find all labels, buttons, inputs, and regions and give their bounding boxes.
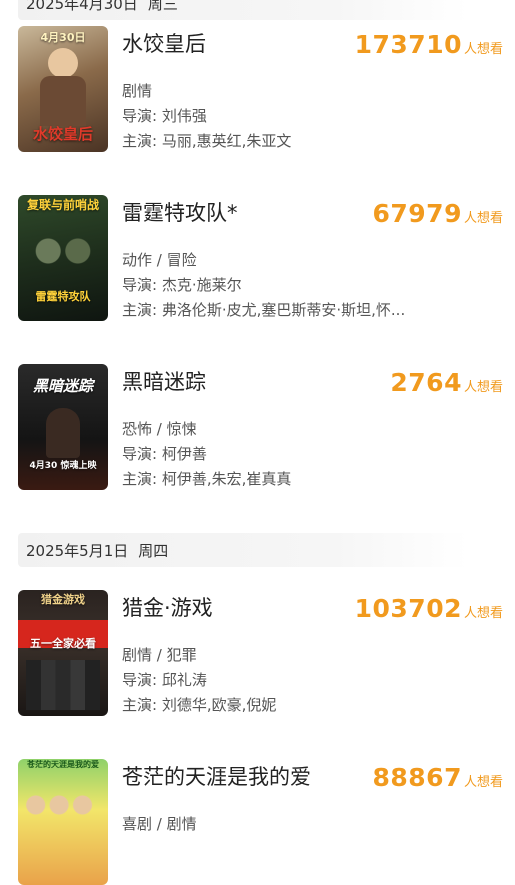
movie-cast: 主演: 刘德华,欧豪,倪妮	[122, 694, 276, 715]
wish-number: 88867	[372, 763, 462, 792]
movie-director: 导演: 柯伊善	[122, 443, 207, 464]
wish-count: 103702 人想看	[355, 594, 503, 623]
wish-number: 2764	[390, 368, 462, 397]
wish-unit: 人想看	[463, 211, 503, 226]
movie-cast: 主演: 马丽,惠英红,朱亚文	[122, 130, 291, 151]
wish-unit: 人想看	[463, 380, 503, 395]
director-name: 邱礼涛	[161, 671, 207, 689]
wish-count: 2764 人想看	[390, 368, 503, 397]
movie-title[interactable]: 猎金·游戏	[122, 592, 213, 622]
movie-genre: 动作 / 冒险	[122, 251, 197, 269]
director-name: 刘伟强	[161, 107, 207, 125]
poster-figures	[26, 660, 100, 710]
poster-text: 苍茫的天涯是我的爱	[27, 760, 99, 769]
poster-figure-body	[40, 76, 86, 126]
poster-text: 4月30日	[40, 31, 86, 44]
director-name: 柯伊善	[161, 445, 207, 463]
cast-names: 柯伊善,朱宏,崔真真	[161, 470, 292, 488]
poster-caption: 4月30 惊魂上映	[29, 461, 97, 472]
movie-item[interactable]: 苍茫的天涯是我的爱 苍茫的天涯是我的爱 88867 人想看 喜剧 / 剧情	[18, 759, 503, 885]
weekday-text: 周三	[147, 0, 178, 13]
cast-label: 主演:	[122, 470, 162, 488]
poster-figure	[46, 408, 80, 458]
director-label: 导演:	[122, 107, 162, 125]
movie-item[interactable]: 黑暗迷踪 4月30 惊魂上映 黑暗迷踪 2764 人想看 恐怖 / 惊悚 导演:…	[18, 364, 503, 490]
cast-label: 主演:	[122, 696, 162, 714]
cast-label: 主演:	[122, 301, 162, 319]
director-label: 导演:	[122, 671, 162, 689]
movie-item[interactable]: 复联与前哨战 雷霆特攻队 雷霆特攻队* 67979 人想看 动作 / 冒险 导演…	[18, 195, 503, 321]
poster-caption: 水饺皇后	[32, 124, 93, 143]
movie-director: 导演: 杰克·施莱尔	[122, 274, 242, 295]
wish-count: 173710 人想看	[355, 30, 503, 59]
director-name: 杰克·施莱尔	[161, 276, 242, 294]
poster-text: 猎金游戏	[41, 593, 85, 606]
movie-title[interactable]: 水饺皇后	[122, 28, 206, 58]
director-label: 导演:	[122, 445, 162, 463]
director-label: 导演:	[122, 276, 162, 294]
movie-item[interactable]: 猎金游戏 五一全家必看 猎金·游戏 103702 人想看 剧情 / 犯罪 导演:…	[18, 590, 503, 716]
movie-genre: 剧情	[122, 82, 153, 100]
movie-poster[interactable]: 苍茫的天涯是我的爱	[18, 759, 108, 885]
movie-title[interactable]: 苍茫的天涯是我的爱	[122, 761, 311, 791]
movie-poster[interactable]: 黑暗迷踪 4月30 惊魂上映	[18, 364, 108, 490]
movie-cast: 主演: 弗洛伦斯·皮尤,塞巴斯蒂安·斯坦,怀...	[122, 299, 405, 320]
cast-label: 主演:	[122, 132, 162, 150]
date-header: 2025年5月1日 周四	[18, 533, 468, 567]
movie-item[interactable]: 4月30日 水饺皇后 水饺皇后 173710 人想看 剧情 导演: 刘伟强 主演…	[18, 26, 503, 152]
wish-unit: 人想看	[463, 42, 503, 57]
poster-text: 复联与前哨战	[26, 198, 99, 212]
cast-names: 马丽,惠英红,朱亚文	[161, 132, 292, 150]
wish-count: 88867 人想看	[373, 763, 504, 792]
cast-names: 刘德华,欧豪,倪妮	[161, 696, 277, 714]
movie-title[interactable]: 雷霆特攻队*	[122, 197, 238, 227]
poster-figures	[26, 231, 100, 281]
movie-genre: 恐怖 / 惊悚	[122, 420, 197, 438]
movie-cast: 主演: 柯伊善,朱宏,崔真真	[122, 468, 291, 489]
movie-director: 导演: 刘伟强	[122, 105, 207, 126]
movie-title[interactable]: 黑暗迷踪	[122, 366, 206, 396]
movie-poster[interactable]: 4月30日 水饺皇后	[18, 26, 108, 152]
movie-genre: 剧情 / 犯罪	[122, 646, 197, 664]
date-text: 2025年4月30日	[26, 0, 138, 13]
movie-director: 导演: 邱礼涛	[122, 669, 207, 690]
wish-unit: 人想看	[463, 775, 503, 790]
wish-number: 103702	[354, 594, 462, 623]
poster-caption: 五一全家必看	[30, 637, 96, 650]
wish-number: 67979	[372, 199, 462, 228]
wish-number: 173710	[354, 30, 462, 59]
movie-poster[interactable]: 复联与前哨战 雷霆特攻队	[18, 195, 108, 321]
poster-figure	[48, 48, 78, 78]
poster-caption: 雷霆特攻队	[35, 289, 91, 303]
date-header: 2025年4月30日 周三	[18, 0, 468, 20]
movie-poster[interactable]: 猎金游戏 五一全家必看	[18, 590, 108, 716]
poster-text: 黑暗迷踪	[32, 377, 93, 395]
poster-figures	[24, 781, 102, 829]
movie-genre: 喜剧 / 剧情	[122, 815, 197, 833]
weekday-text: 周四	[138, 541, 169, 560]
wish-unit: 人想看	[463, 606, 503, 621]
wish-count: 67979 人想看	[373, 199, 504, 228]
cast-names: 弗洛伦斯·皮尤,塞巴斯蒂安·斯坦,怀...	[161, 301, 406, 319]
date-text: 2025年5月1日	[26, 541, 129, 560]
